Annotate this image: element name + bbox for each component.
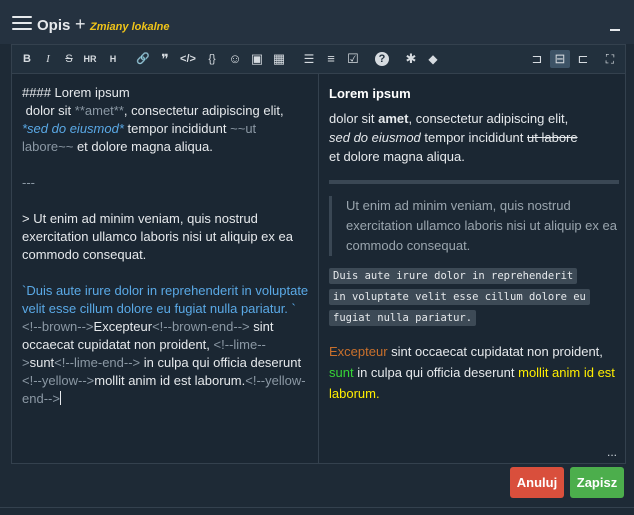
save-button[interactable]: Zapisz	[570, 467, 624, 498]
table-icon[interactable]: ▦	[271, 50, 287, 68]
code-icon[interactable]: </>	[178, 50, 198, 68]
panel-title: Opis	[37, 17, 71, 34]
source-bold-markup: **amet**	[74, 103, 124, 118]
markdown-source-pane[interactable]: #### Lorem ipsum dolor sit **amet**, con…	[12, 74, 319, 463]
source-italic-markup: *sed do eiusmod*	[22, 121, 124, 136]
source-blockquote: > Ut enim ad minim veniam, quis nostrud …	[22, 211, 297, 262]
source-strike-markup: ~~ut	[230, 121, 257, 136]
local-changes-label: Zmiany lokalne	[90, 21, 170, 33]
bulleted-list-icon[interactable]: ☰	[301, 50, 317, 68]
preview-paragraph: dolor sit amet, consectetur adipiscing e…	[329, 111, 578, 164]
preview-horizontal-rule	[329, 180, 619, 184]
italic-icon[interactable]: I	[41, 50, 55, 68]
cancel-button[interactable]: Anuluj	[510, 467, 564, 498]
source-strike-markup: labore~~	[22, 139, 74, 154]
editor-toolbar: B I S HR H 🔗 ❞ </> {} ☺ ▣ ▦ ☰ ≡ ☑ ? ✱ ◆ …	[12, 45, 625, 74]
plus-icon: +	[75, 14, 86, 34]
panel-header: Opis + Zmiany lokalne	[0, 0, 634, 44]
text-cursor	[59, 391, 61, 405]
minimize-icon[interactable]	[610, 29, 620, 31]
preview-heading: Lorem ipsum	[329, 86, 411, 101]
strikethrough-icon[interactable]: S	[62, 50, 76, 68]
source-comment: <!--lime-end-->	[54, 355, 141, 370]
fullscreen-icon[interactable]: ⛶	[602, 50, 618, 68]
plugin-icon[interactable]: ✱	[403, 50, 419, 68]
image-icon[interactable]: ▣	[249, 50, 265, 68]
source-text: in culpa qui officia deserunt	[140, 355, 305, 370]
emoji-icon[interactable]: ☺	[227, 50, 243, 68]
task-list-icon[interactable]: ☑	[345, 50, 361, 68]
link-icon[interactable]: 🔗	[135, 50, 151, 68]
source-inline-code: `Duis aute irure dolor in reprehenderit …	[22, 283, 312, 316]
preview-colored-paragraph: Excepteur sint occaecat cupidatat non pr…	[329, 344, 615, 401]
markdown-source-text[interactable]: #### Lorem ipsum dolor sit **amet**, con…	[22, 84, 312, 408]
source-text: et dolore magna aliqua.	[73, 139, 213, 154]
source-text: tempor incididunt	[123, 121, 231, 136]
preview-blockquote: Ut enim ad minim veniam, quis nostrud ex…	[329, 196, 619, 256]
source-comment: <!--brown-->	[22, 319, 94, 334]
preview-inline-code: Duis aute irure dolor in reprehenderit in…	[329, 266, 619, 329]
divider	[0, 507, 634, 508]
horizontal-rule-icon[interactable]: HR	[81, 50, 99, 68]
source-text: , consectetur adipiscing elit,	[123, 103, 284, 118]
preview-only-view-icon[interactable]: ⊏	[574, 50, 592, 68]
source-heading-line: #### Lorem ipsum	[22, 85, 130, 100]
preview-pane: Lorem ipsum dolor sit amet, consectetur …	[319, 74, 625, 463]
menu-icon[interactable]	[12, 16, 32, 30]
numbered-list-icon[interactable]: ≡	[323, 50, 339, 68]
source-text: mollit anim id est laborum.	[94, 373, 246, 388]
heading-icon[interactable]: H	[105, 50, 121, 68]
more-options-icon[interactable]: ...	[607, 445, 617, 459]
source-text: Excepteur	[93, 319, 153, 334]
paint-bucket-icon[interactable]: ◆	[425, 50, 441, 68]
source-hr-markup: ---	[22, 175, 35, 190]
help-icon[interactable]: ?	[375, 52, 389, 66]
split-view-icon[interactable]: ⊟	[550, 50, 570, 68]
markdown-editor: B I S HR H 🔗 ❞ </> {} ☺ ▣ ▦ ☰ ≡ ☑ ? ✱ ◆ …	[11, 44, 626, 464]
editor-only-view-icon[interactable]: ⊐	[528, 50, 546, 68]
bold-icon[interactable]: B	[20, 50, 34, 68]
code-block-icon[interactable]: {}	[203, 50, 221, 68]
source-text: dolor sit	[22, 103, 75, 118]
source-comment: <!--yellow-->	[22, 373, 95, 388]
source-comment: <!--brown-end-->	[152, 319, 250, 334]
source-text: sunt	[29, 355, 55, 370]
quote-icon[interactable]: ❞	[157, 50, 173, 68]
